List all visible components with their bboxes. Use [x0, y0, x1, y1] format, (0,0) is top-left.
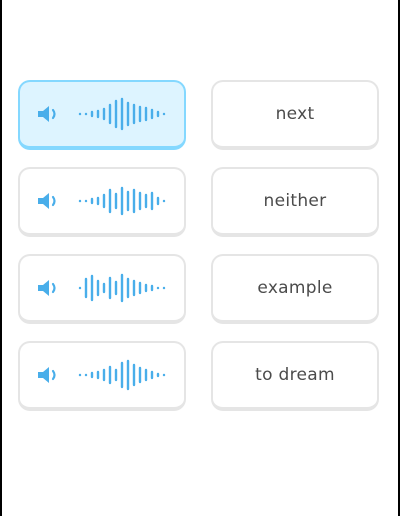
word-label: neither	[263, 191, 327, 211]
word-option-1[interactable]: next	[211, 80, 379, 150]
audio-option-4[interactable]	[18, 341, 186, 411]
speaker-icon	[38, 106, 56, 122]
word-option-2[interactable]: neither	[211, 167, 379, 237]
audio-option-2[interactable]	[18, 167, 186, 237]
word-option-4[interactable]: to dream	[211, 341, 379, 411]
speaker-icon	[38, 193, 56, 209]
speaker-icon	[38, 280, 56, 296]
audio-option-3[interactable]	[18, 254, 186, 324]
waveform-icon	[78, 97, 166, 131]
audio-option-1[interactable]	[18, 80, 186, 150]
word-label: next	[275, 104, 315, 124]
speaker-icon	[38, 367, 56, 383]
word-label: example	[257, 278, 333, 298]
waveform-icon	[78, 186, 166, 216]
word-option-3[interactable]: example	[211, 254, 379, 324]
waveform-icon	[78, 359, 166, 391]
match-pairs-grid: next neither example to dream	[18, 80, 380, 411]
waveform-icon	[78, 273, 166, 303]
word-label: to dream	[255, 365, 335, 385]
